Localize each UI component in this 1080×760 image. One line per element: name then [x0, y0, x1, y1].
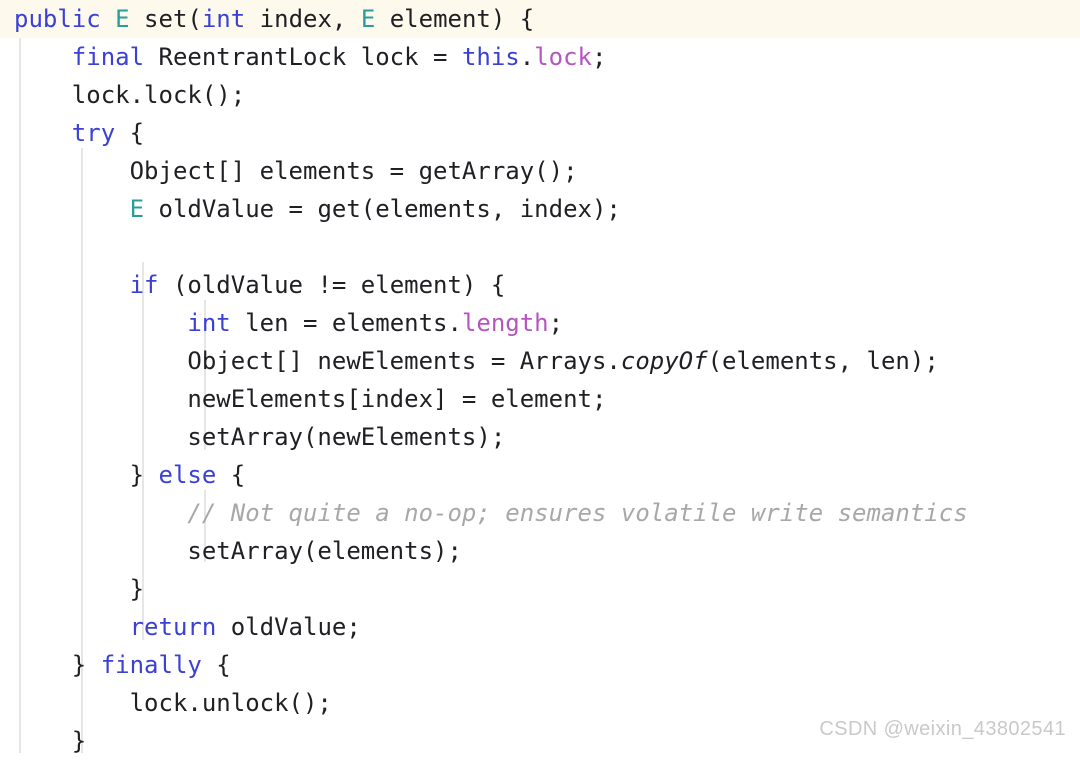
code-line[interactable]: public E set(int index, E element) { — [0, 0, 1080, 38]
code-line[interactable]: } — [0, 570, 1080, 608]
code-line-text: setArray(newElements); — [0, 418, 505, 456]
code-token-plain: ; — [548, 309, 564, 337]
code-line-text: try { — [0, 114, 144, 152]
code-token-type: E — [129, 195, 145, 223]
code-line[interactable]: E oldValue = get(elements, index); — [0, 190, 1080, 228]
code-line[interactable]: // Not quite a no-op; ensures volatile w… — [0, 494, 1080, 532]
code-token-kw: int — [187, 309, 231, 337]
code-token-static: copyOf — [620, 347, 708, 375]
code-token-plain: set( — [129, 5, 202, 33]
code-line-text: } — [0, 570, 144, 608]
code-viewer[interactable]: public E set(int index, E element) { fin… — [0, 0, 1080, 755]
code-token-kw: return — [129, 613, 217, 641]
code-token-type: E — [360, 5, 376, 33]
code-token-plain: setArray(newElements); — [14, 423, 506, 451]
code-token-plain: { — [216, 461, 246, 489]
code-token-plain: } — [14, 727, 87, 755]
code-token-plain: (oldValue != element) { — [158, 271, 506, 299]
code-token-kw: finally — [100, 651, 202, 679]
code-token-field: length — [461, 309, 549, 337]
code-token-kw: try — [71, 119, 116, 147]
code-line-text: lock.unlock(); — [0, 684, 332, 722]
code-token-plain: ReentrantLock lock = — [144, 43, 462, 71]
code-line-text: Object[] newElements = Arrays.copyOf(ele… — [0, 342, 939, 380]
code-line[interactable]: Object[] elements = getArray(); — [0, 152, 1080, 190]
code-token-plain: index, — [245, 5, 361, 33]
code-line[interactable]: lock.unlock(); — [0, 684, 1080, 722]
code-token-kw: if — [129, 271, 159, 299]
code-block[interactable]: public E set(int index, E element) { fin… — [0, 0, 1080, 760]
code-line[interactable]: lock.lock(); — [0, 76, 1080, 114]
code-token-kw: this — [461, 43, 520, 71]
code-token-plain: ; — [591, 43, 607, 71]
code-line[interactable]: if (oldValue != element) { — [0, 266, 1080, 304]
code-token-plain: newElements[index] = element; — [14, 385, 607, 413]
code-token-comment: // Not quite a no-op; ensures volatile w… — [187, 499, 968, 527]
code-line-text: Object[] elements = getArray(); — [0, 152, 578, 190]
code-token-plain: Object[] elements = getArray(); — [14, 157, 578, 185]
code-line-text: newElements[index] = element; — [0, 380, 606, 418]
code-line[interactable]: int len = elements.length; — [0, 304, 1080, 342]
code-token-plain: } — [14, 575, 145, 603]
code-line-text: } finally { — [0, 646, 231, 684]
code-token-type: E — [115, 5, 130, 33]
code-token-kw: else — [158, 461, 217, 489]
code-token-plain: setArray(elements); — [14, 537, 462, 565]
code-line[interactable]: setArray(newElements); — [0, 418, 1080, 456]
code-token-plain: lock.unlock(); — [14, 689, 332, 717]
code-token-plain: element) { — [375, 5, 535, 33]
watermark-label: CSDN @weixin_43802541 — [819, 718, 1066, 740]
code-line-text: return oldValue; — [0, 608, 361, 646]
code-token-plain: } — [14, 651, 101, 679]
code-token-plain: Object[] newElements = Arrays. — [14, 347, 621, 375]
code-line-text: } else { — [0, 456, 246, 494]
code-token-plain: . — [519, 43, 535, 71]
code-line[interactable]: } else { — [0, 456, 1080, 494]
code-line-text: E oldValue = get(elements, index); — [0, 190, 621, 228]
code-line-text: lock.lock(); — [0, 76, 245, 114]
code-line[interactable]: Object[] newElements = Arrays.copyOf(ele… — [0, 342, 1080, 380]
code-line[interactable]: final ReentrantLock lock = this.lock; — [0, 38, 1080, 76]
code-token-field: lock — [534, 43, 592, 71]
code-token-plain: { — [115, 119, 145, 147]
code-line[interactable]: } finally { — [0, 646, 1080, 684]
code-line-text: int len = elements.length; — [0, 304, 563, 342]
code-line[interactable]: try { — [0, 114, 1080, 152]
code-token-kw: final — [71, 43, 145, 71]
code-line[interactable] — [0, 228, 1080, 266]
code-line-text: final ReentrantLock lock = this.lock; — [0, 38, 607, 76]
code-line[interactable]: setArray(elements); — [0, 532, 1080, 570]
code-token-plain: { — [201, 651, 231, 679]
code-token-plain: } — [14, 461, 159, 489]
code-token-plain: len = elements. — [230, 309, 462, 337]
code-token-plain: lock.lock(); — [14, 81, 246, 109]
code-line-text: public E set(int index, E element) { — [0, 0, 534, 38]
code-line-text: if (oldValue != element) { — [0, 266, 506, 304]
code-line-text: // Not quite a no-op; ensures volatile w… — [0, 494, 968, 532]
code-line-text: } — [0, 722, 86, 760]
code-token-plain: (elements, len); — [707, 347, 939, 375]
code-line[interactable]: newElements[index] = element; — [0, 380, 1080, 418]
code-token-plain: oldValue = get(elements, index); — [144, 195, 621, 223]
code-token-kw: int — [201, 5, 246, 33]
code-line[interactable]: return oldValue; — [0, 608, 1080, 646]
code-token-kw: public — [14, 5, 101, 33]
code-token-plain: oldValue; — [216, 613, 361, 641]
code-line-text: setArray(elements); — [0, 532, 462, 570]
